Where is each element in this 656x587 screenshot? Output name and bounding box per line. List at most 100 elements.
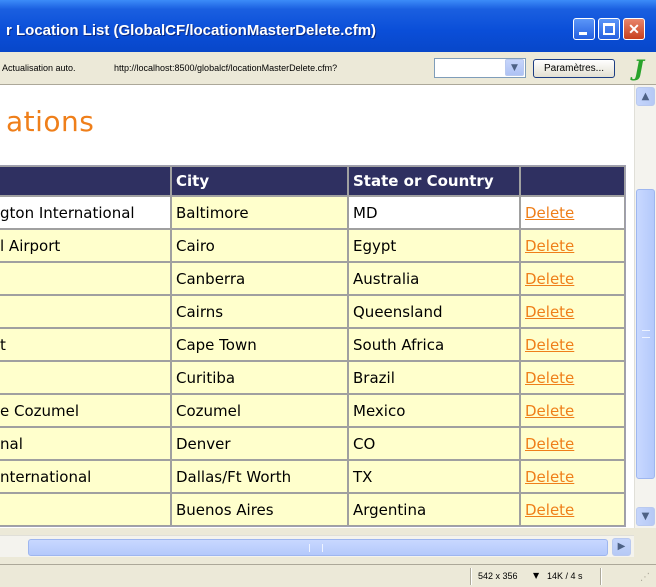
settings-button[interactable]: Paramètres... (533, 59, 615, 78)
scrollbar-corner (634, 535, 656, 557)
window-title: r Location List (GlobalCF/locationMaster… (6, 22, 377, 39)
column-header-airport (0, 166, 171, 196)
cell-city: Curitiba (171, 361, 348, 394)
cell-city: Cape Town (171, 328, 348, 361)
download-weight-readout: 14K / 4 s (547, 571, 583, 581)
delete-link[interactable]: Delete (525, 468, 574, 486)
status-separator (600, 568, 602, 585)
cell-city: Cairns (171, 295, 348, 328)
vertical-scrollbar[interactable]: ▲ ▼ (634, 85, 656, 528)
cell-state: CO (348, 427, 520, 460)
chevron-down-icon[interactable]: ▼ (533, 571, 539, 580)
chevron-down-icon: ▼ (641, 511, 650, 522)
cell-action: Delete (520, 295, 625, 328)
scroll-down-button[interactable]: ▼ (636, 507, 655, 526)
table-header-row: City State or Country (0, 166, 625, 196)
column-header-action (520, 166, 625, 196)
table-row: gton International Baltimore MD Delete (0, 196, 625, 229)
cell-state: TX (348, 460, 520, 493)
cell-city: Canberra (171, 262, 348, 295)
delete-link[interactable]: Delete (525, 336, 574, 354)
chevron-up-icon: ▲ (641, 91, 650, 102)
maximize-button[interactable] (598, 18, 620, 40)
column-header-city: City (171, 166, 348, 196)
status-bar: 542 x 356 ▼ 14K / 4 s ⋰ (0, 564, 656, 587)
table-row: nal Denver CO Delete (0, 427, 625, 460)
cell-airport (0, 262, 171, 295)
table-row: nternational Dallas/Ft Worth TX Delete (0, 460, 625, 493)
delete-link[interactable]: Delete (525, 435, 574, 453)
delete-link[interactable]: Delete (525, 270, 574, 288)
cell-action: Delete (520, 427, 625, 460)
delete-link[interactable]: Delete (525, 204, 574, 222)
cell-action: Delete (520, 460, 625, 493)
auto-refresh-label[interactable]: Actualisation auto. (2, 63, 76, 73)
cell-state: South Africa (348, 328, 520, 361)
page-title: ations (6, 105, 95, 138)
cell-state: Brazil (348, 361, 520, 394)
cell-state: Australia (348, 262, 520, 295)
cell-city: Cozumel (171, 394, 348, 427)
cell-airport: gton International (0, 196, 171, 229)
cell-action: Delete (520, 394, 625, 427)
cell-action: Delete (520, 229, 625, 262)
cell-airport: e Cozumel (0, 394, 171, 427)
table-row: Curitiba Brazil Delete (0, 361, 625, 394)
cell-airport: t (0, 328, 171, 361)
cell-airport: nternational (0, 460, 171, 493)
delete-link[interactable]: Delete (525, 501, 574, 519)
table-row: Canberra Australia Delete (0, 262, 625, 295)
window-size-readout[interactable]: 542 x 356 (478, 571, 518, 581)
close-button[interactable]: ✕ (623, 18, 645, 40)
cell-city: Dallas/Ft Worth (171, 460, 348, 493)
delete-link[interactable]: Delete (525, 237, 574, 255)
cell-city: Cairo (171, 229, 348, 262)
scroll-right-button[interactable]: ▶ (612, 538, 631, 556)
locations-table: City State or Country gton International… (0, 165, 626, 527)
page-content: ations City State or Country gton Intern… (0, 85, 634, 528)
table-row: Buenos Aires Argentina Delete (0, 493, 625, 526)
cell-state: Egypt (348, 229, 520, 262)
cell-airport: nal (0, 427, 171, 460)
cell-city: Buenos Aires (171, 493, 348, 526)
delete-link[interactable]: Delete (525, 303, 574, 321)
cell-airport: l Airport (0, 229, 171, 262)
cell-action: Delete (520, 493, 625, 526)
table-row: t Cape Town South Africa Delete (0, 328, 625, 361)
column-header-state: State or Country (348, 166, 520, 196)
horizontal-scrollbar[interactable]: ▶ (0, 535, 634, 557)
cell-action: Delete (520, 361, 625, 394)
delete-link[interactable]: Delete (525, 402, 574, 420)
cell-action: Delete (520, 328, 625, 361)
status-separator (470, 568, 472, 585)
horizontal-scroll-thumb[interactable] (28, 539, 608, 556)
grip-icon (642, 330, 650, 338)
title-bar[interactable]: r Location List (GlobalCF/locationMaster… (0, 0, 656, 52)
table-row: e Cozumel Cozumel Mexico Delete (0, 394, 625, 427)
cell-state: Mexico (348, 394, 520, 427)
vertical-scroll-thumb[interactable] (636, 189, 655, 479)
browser-window: r Location List (GlobalCF/locationMaster… (0, 0, 656, 587)
minimize-button[interactable] (573, 18, 595, 40)
minimize-icon (579, 32, 587, 35)
cell-action: Delete (520, 196, 625, 229)
cell-state: Queensland (348, 295, 520, 328)
grip-icon (309, 544, 323, 552)
address-toolbar: Actualisation auto. http://localhost:850… (0, 52, 656, 85)
jet-check-icon[interactable]: J (627, 58, 651, 80)
cell-state: Argentina (348, 493, 520, 526)
url-text[interactable]: http://localhost:8500/globalcf/locationM… (114, 63, 337, 73)
resize-grip-icon[interactable]: ⋰ (640, 572, 652, 584)
cell-airport (0, 493, 171, 526)
close-icon: ✕ (628, 21, 640, 37)
maximize-icon (603, 23, 615, 35)
chevron-down-icon: ▼ (511, 63, 518, 73)
delete-link[interactable]: Delete (525, 369, 574, 387)
chevron-right-icon: ▶ (617, 541, 626, 552)
table-row: Cairns Queensland Delete (0, 295, 625, 328)
cell-airport (0, 295, 171, 328)
table-row: l Airport Cairo Egypt Delete (0, 229, 625, 262)
scroll-up-button[interactable]: ▲ (636, 87, 655, 106)
url-dropdown-button[interactable]: ▼ (505, 59, 524, 76)
cell-city: Baltimore (171, 196, 348, 229)
